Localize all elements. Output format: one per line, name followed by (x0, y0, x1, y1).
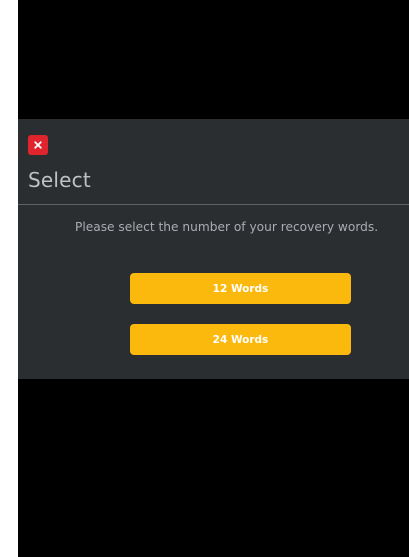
app-screen: Select Please select the number of your … (18, 0, 409, 557)
close-button[interactable] (28, 135, 48, 155)
title-divider (18, 204, 409, 205)
twelve-words-button[interactable]: 12 Words (130, 273, 351, 304)
dialog-title: Select (28, 168, 91, 192)
twenty-four-words-button[interactable]: 24 Words (130, 324, 351, 355)
dialog-message: Please select the number of your recover… (75, 220, 379, 234)
close-icon (34, 141, 42, 149)
select-dialog: Select Please select the number of your … (18, 119, 409, 379)
